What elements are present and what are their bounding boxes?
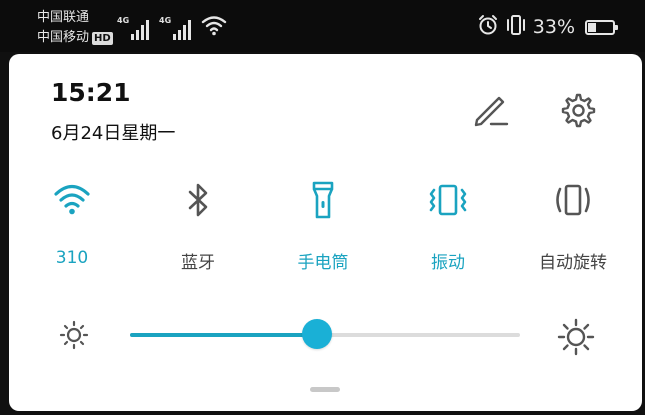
network-type-label-1: 4G — [117, 16, 130, 25]
wifi-icon — [201, 14, 227, 40]
tile-auto-rotate[interactable]: 自动旋转 — [512, 172, 634, 282]
vibrate-icon — [387, 172, 509, 228]
tile-flashlight[interactable]: 手电筒 — [262, 172, 384, 282]
auto-rotate-icon — [512, 172, 634, 228]
clock-date[interactable]: 6月24日星期一 — [51, 119, 175, 145]
battery-percent: 33% — [532, 16, 575, 38]
brightness-high-icon — [557, 318, 595, 356]
tile-label-wifi: 310 — [55, 248, 89, 268]
tile-wifi[interactable]: 310 — [11, 172, 133, 282]
tile-vibrate[interactable]: 振动 — [387, 172, 509, 282]
edit-icon — [471, 90, 511, 134]
vibrate-icon — [505, 14, 527, 40]
settings-icon — [557, 90, 597, 134]
network-type-label-2: 4G — [159, 16, 172, 25]
status-bar: 中国联通 中国移动 HD 4G 4G 33% — [0, 0, 645, 52]
signal-indicators: 4G 4G — [117, 14, 227, 40]
signal-icon: 4G — [159, 16, 195, 40]
carrier-name-1: 中国联通 — [37, 10, 90, 25]
carrier-name-2: 中国移动 — [37, 30, 90, 45]
wifi-icon — [11, 172, 133, 228]
clock-time[interactable]: 15:21 — [51, 78, 131, 107]
battery-icon — [585, 19, 618, 35]
flashlight-icon — [262, 172, 384, 228]
brightness-slider[interactable] — [130, 319, 520, 351]
brightness-low-icon — [57, 318, 91, 352]
edit-button[interactable] — [469, 90, 513, 134]
tile-label-vibrate: 振动 — [431, 253, 465, 273]
tile-label-bluetooth: 蓝牙 — [181, 253, 215, 273]
carrier-info: 中国联通 中国移动 HD — [37, 8, 113, 48]
tile-label-flashlight: 手电筒 — [297, 253, 349, 273]
alarm-icon — [477, 14, 499, 40]
settings-button[interactable] — [555, 90, 599, 134]
signal-icon: 4G — [117, 16, 153, 40]
slider-thumb[interactable] — [302, 319, 333, 349]
hd-badge: HD — [92, 31, 113, 45]
quick-settings-panel: 15:21 6月24日星期一 310 蓝牙 手电筒 振动 自动旋转 — [9, 54, 642, 411]
bluetooth-icon — [137, 172, 259, 228]
tile-bluetooth[interactable]: 蓝牙 — [137, 172, 259, 282]
tile-label-auto-rotate: 自动旋转 — [539, 253, 607, 273]
status-right-group: 33% — [477, 14, 618, 40]
slider-fill — [130, 333, 318, 337]
battery-level-fill — [588, 22, 596, 32]
drag-handle[interactable] — [310, 387, 340, 392]
